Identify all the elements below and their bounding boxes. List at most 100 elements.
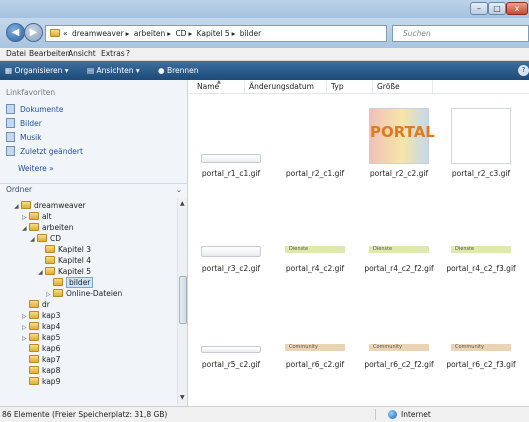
minimize-button[interactable]: – — [470, 2, 488, 15]
file-name[interactable]: portal_r6_c2.gif — [273, 360, 357, 369]
breadcrumb-dreamweaver[interactable]: dreamweaver — [72, 29, 124, 38]
recent-icon — [6, 146, 15, 156]
favorite-bilder[interactable]: Bilder — [6, 118, 42, 130]
folders-heading[interactable]: Ordner ⌄ — [0, 183, 188, 196]
image-preview: Dienste — [451, 246, 511, 253]
forward-button[interactable]: ▶ — [24, 23, 43, 42]
tree-item-arbeiten[interactable]: ◢ arbeiten — [22, 222, 73, 233]
column-date[interactable]: Änderungsdatum — [245, 80, 327, 94]
tree-item-dreamweaver[interactable]: ◢ dreamweaver — [14, 200, 86, 211]
favorite-label: Musik — [20, 133, 42, 142]
file-name[interactable]: portal_r6_c2_f3.gif — [439, 360, 523, 369]
file-thumbnail[interactable]: Community — [285, 298, 345, 354]
more-favorites-link[interactable]: Weitere » — [18, 164, 54, 173]
tree-item-cd[interactable]: ◢ CD — [30, 233, 61, 244]
folder-icon — [21, 201, 31, 209]
folder-icon — [29, 377, 39, 385]
organize-label: Organisieren ▾ — [14, 66, 69, 75]
menu-ansicht[interactable]: Ansicht — [68, 48, 96, 60]
tree-expander-icon[interactable]: ◢ — [14, 201, 21, 212]
file-thumbnail[interactable] — [285, 108, 345, 164]
file-thumbnail[interactable]: Dienste — [369, 200, 429, 256]
tree-label: alt — [42, 212, 52, 221]
file-thumbnail[interactable]: Community — [451, 298, 511, 354]
organize-button[interactable]: ▦ Organisieren ▾ — [5, 61, 69, 80]
file-name[interactable]: portal_r6_c2_f2.gif — [357, 360, 441, 369]
menu-extras[interactable]: Extras — [101, 48, 125, 60]
file-thumbnail[interactable]: Community — [369, 298, 429, 354]
tree-item-kap9[interactable]: kap9 — [22, 376, 60, 387]
tree-item-kapitel5[interactable]: ◢ Kapitel 5 — [38, 266, 91, 277]
tree-item-online-dateien[interactable]: ▷ Online-Dateien — [46, 288, 122, 299]
maximize-button[interactable]: □ — [488, 2, 506, 15]
help-icon[interactable]: ? — [518, 65, 529, 76]
file-thumbnail[interactable] — [201, 200, 261, 257]
tree-item-dr[interactable]: dr — [22, 299, 50, 310]
file-name[interactable]: portal_r4_c2_f2.gif — [357, 264, 441, 273]
scrollbar-thumb[interactable] — [179, 276, 187, 324]
folder-icon — [53, 278, 63, 286]
column-size[interactable]: Größe — [373, 80, 433, 94]
burn-label: Brennen — [166, 66, 199, 75]
tree-item-kapitel3[interactable]: Kapitel 3 — [38, 244, 91, 255]
folder-tree-scrollbar[interactable]: ▲ ▼ — [177, 198, 187, 404]
tree-item-kap3[interactable]: ▷ kap3 — [22, 310, 60, 321]
breadcrumb-bilder[interactable]: bilder — [240, 29, 261, 38]
column-type[interactable]: Typ — [327, 80, 373, 94]
close-button[interactable]: x — [506, 2, 528, 15]
folders-label: Ordner — [6, 185, 33, 194]
file-thumbnail[interactable]: Dienste — [285, 200, 345, 256]
menu-bearbeiten[interactable]: Bearbeiten — [29, 48, 70, 60]
file-name[interactable]: portal_r3_c2.gif — [189, 264, 273, 273]
file-name[interactable]: portal_r4_c2.gif — [273, 264, 357, 273]
globe-icon — [388, 410, 397, 419]
file-thumbnail[interactable] — [451, 108, 511, 164]
chevron-down-icon: ⌄ — [176, 186, 182, 194]
tree-item-kap6[interactable]: kap6 — [22, 343, 60, 354]
image-preview — [201, 154, 261, 163]
back-button[interactable]: ◀ — [6, 23, 25, 42]
breadcrumb-arbeiten[interactable]: arbeiten — [134, 29, 165, 38]
file-thumbnail[interactable]: PORTAL — [369, 108, 435, 164]
tree-item-kap5[interactable]: ▷ kap5 — [22, 332, 60, 343]
favorite-zuletzt-geaendert[interactable]: Zuletzt geändert — [6, 146, 83, 158]
favorite-musik[interactable]: Musik — [6, 132, 42, 144]
file-name[interactable]: portal_r4_c2_f3.gif — [439, 264, 523, 273]
favorite-dokumente[interactable]: Dokumente — [6, 104, 63, 116]
file-name[interactable]: portal_r5_c2.gif — [189, 360, 273, 369]
address-bar[interactable]: « dreamweaver ▸ arbeiten ▸ CD ▸ Kapitel 5 ▸ … — [45, 25, 387, 42]
scroll-up-icon[interactable]: ▲ — [180, 200, 185, 207]
tree-item-kap7[interactable]: kap7 — [22, 354, 60, 365]
search-input[interactable]: Suchen — [392, 25, 529, 42]
breadcrumb-cd[interactable]: CD — [175, 29, 186, 38]
folder-icon — [29, 344, 39, 352]
file-name[interactable]: portal_r2_c3.gif — [439, 169, 523, 178]
tree-expander-icon[interactable]: ◢ — [22, 223, 29, 234]
tree-label: kap6 — [42, 344, 61, 353]
address-row: ◀ ▶ « dreamweaver ▸ arbeiten ▸ CD ▸ Kapitel… — [0, 18, 529, 48]
folder-icon — [45, 267, 55, 275]
tree-item-kap4[interactable]: ▷ kap4 — [22, 321, 60, 332]
scroll-down-icon[interactable]: ▼ — [180, 394, 185, 401]
file-name[interactable]: portal_r2_c2.gif — [357, 169, 441, 178]
portal-logo-text: PORTAL — [370, 123, 435, 141]
column-name[interactable]: Name ▲ — [193, 79, 245, 94]
file-thumbnail[interactable] — [201, 298, 261, 354]
file-name[interactable]: portal_r2_c1.gif — [273, 169, 357, 178]
tree-item-bilder[interactable]: bilder — [46, 277, 94, 288]
tree-item-kap8[interactable]: kap8 — [22, 365, 60, 376]
file-name[interactable]: portal_r1_c1.gif — [189, 169, 273, 178]
menu-datei[interactable]: Datei — [6, 48, 26, 60]
file-thumbnail[interactable] — [201, 108, 261, 164]
image-preview — [201, 246, 261, 257]
file-thumbnail[interactable]: Dienste — [451, 200, 511, 256]
tree-item-kapitel4[interactable]: Kapitel 4 — [38, 255, 91, 266]
menu-help[interactable]: ? — [126, 48, 130, 60]
tree-expander-icon[interactable]: ◢ — [38, 267, 45, 278]
burn-button[interactable]: ● Brennen — [158, 61, 199, 80]
tree-expander-icon[interactable]: ◢ — [30, 234, 37, 245]
breadcrumb-kapitel5[interactable]: Kapitel 5 — [197, 29, 230, 38]
tree-item-alt[interactable]: ▷ alt — [22, 211, 52, 222]
tree-label: dr — [42, 300, 50, 309]
views-button[interactable]: ▤ Ansichten ▾ — [87, 61, 140, 80]
